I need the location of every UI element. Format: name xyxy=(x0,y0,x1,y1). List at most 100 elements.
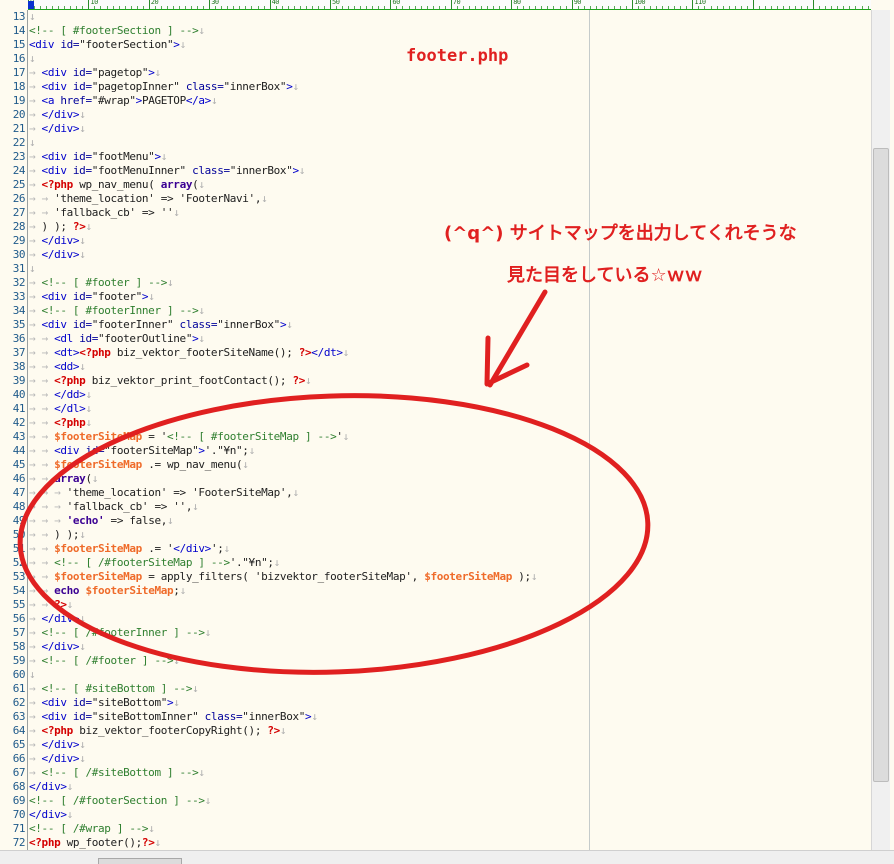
code-line[interactable]: ↓ xyxy=(29,262,36,276)
code-token: $footerSiteMap xyxy=(85,584,174,597)
code-line[interactable]: <!-- [ /#wrap ] -->↓ xyxy=(29,822,155,836)
code-line[interactable]: → → <div id="footerSiteMap">'."¥n";↓ xyxy=(29,444,255,458)
ruler-tick xyxy=(209,0,211,9)
ruler-tick xyxy=(764,6,766,9)
code-line[interactable]: → <!-- [ #siteBottom ] -->↓ xyxy=(29,682,199,696)
newline-marker-icon: ↓ xyxy=(79,234,86,247)
scrollbar-thumb[interactable] xyxy=(873,148,889,782)
code-line[interactable]: → <a href="#wrap">PAGETOP</a>↓ xyxy=(29,94,218,108)
code-line[interactable]: → <!-- [ #footerInner ] -->↓ xyxy=(29,304,205,318)
ruler-tick xyxy=(752,0,754,9)
code-token: <div xyxy=(41,696,67,709)
code-line[interactable]: → </div>↓ xyxy=(29,122,86,136)
code-line[interactable]: → </div>↓ xyxy=(29,248,86,262)
code-line[interactable]: → </div>↓ xyxy=(29,640,86,654)
ruler-tick xyxy=(511,0,513,9)
code-token: "innerBox" xyxy=(217,318,280,331)
code-line[interactable]: → → $footerSiteMap = apply_filters( 'biz… xyxy=(29,570,537,584)
code-line[interactable]: ↓ xyxy=(29,668,36,682)
code-line[interactable]: → <div id="siteBottom">↓ xyxy=(29,696,180,710)
newline-marker-icon: ↓ xyxy=(204,626,212,639)
code-line[interactable]: → → <dt><?php biz_vektor_footerSiteName(… xyxy=(29,346,349,360)
code-token: → xyxy=(29,108,42,121)
ruler-tick xyxy=(378,6,380,9)
code-line[interactable]: → </div>↓ xyxy=(29,612,86,626)
code-token: </div> xyxy=(41,108,80,121)
code-line[interactable]: → <div id="pagetopInner" class="innerBox… xyxy=(29,80,299,94)
newline-marker-icon: ↓ xyxy=(167,276,174,289)
code-line[interactable]: → → → 'theme_location' => 'FooterSiteMap… xyxy=(29,486,299,500)
code-line[interactable]: → → <dd>↓ xyxy=(29,360,86,374)
code-line[interactable]: → <!-- [ /#siteBottom ] -->↓ xyxy=(29,766,205,780)
code-line[interactable]: → </div>↓ xyxy=(29,752,86,766)
code-line[interactable]: → → $footerSiteMap .= wp_nav_menu(↓ xyxy=(29,458,249,472)
code-line[interactable]: → </div>↓ xyxy=(29,234,86,248)
code-line[interactable]: → <div id="footMenu">↓ xyxy=(29,150,167,164)
newline-marker-icon: ↓ xyxy=(192,682,199,695)
line-number: 16 xyxy=(12,52,26,65)
code-line[interactable]: → ) ); ?>↓ xyxy=(29,220,92,234)
line-number: 33 xyxy=(12,290,26,303)
newline-marker-icon: ↓ xyxy=(173,654,180,667)
code-line[interactable]: → <!-- [ #footer ] -->↓ xyxy=(29,276,174,290)
code-line[interactable]: → <div id="footer">↓ xyxy=(29,290,155,304)
code-token: id= xyxy=(66,150,92,163)
code-line[interactable]: ↓ xyxy=(29,10,36,24)
line-number: 59 xyxy=(12,654,26,667)
code-line[interactable]: → <div id="footerInner" class="innerBox"… xyxy=(29,318,293,332)
code-line[interactable]: → → <?php↓ xyxy=(29,416,92,430)
code-line[interactable]: <!-- [ /#footerSection ] -->↓ xyxy=(29,794,211,808)
code-line[interactable]: <!-- [ #footerSection ] -->↓ xyxy=(29,24,205,38)
code-line[interactable]: <div id="footerSection">↓ xyxy=(29,38,186,52)
code-line[interactable]: → → $footerSiteMap = '<!-- [ #footerSite… xyxy=(29,430,349,444)
code-line[interactable]: ↓ xyxy=(29,136,36,150)
code-area[interactable]: ↓ <!-- [ #footerSection ] -->↓ <div id="fo… xyxy=(29,10,871,850)
code-line[interactable]: → <!-- [ /#footer ] -->↓ xyxy=(29,654,180,668)
code-line[interactable]: → → echo $footerSiteMap;↓ xyxy=(29,584,186,598)
code-token: → xyxy=(29,122,42,135)
code-token: → → xyxy=(29,402,55,415)
code-line[interactable]: </div>↓ xyxy=(29,780,73,794)
code-token: → xyxy=(29,752,42,765)
code-line[interactable]: → </div>↓ xyxy=(29,108,86,122)
newline-marker-icon: ↓ xyxy=(66,780,74,793)
code-line[interactable]: → → <!-- [ /#footerSiteMap ] -->'."¥n";↓ xyxy=(29,556,280,570)
code-line[interactable]: → → → 'echo' => false,↓ xyxy=(29,514,174,528)
code-line[interactable]: → <?php biz_vektor_footerCopyRight(); ?>… xyxy=(29,724,287,738)
line-number: 31 xyxy=(12,262,26,275)
code-line[interactable]: → </div>↓ xyxy=(29,738,86,752)
code-token: 'echo' xyxy=(66,514,105,527)
code-line[interactable]: → → 'theme_location' => 'FooterNavi',↓ xyxy=(29,192,268,206)
code-line[interactable]: → <div id="siteBottomInner" class="inner… xyxy=(29,710,318,724)
code-line[interactable]: ↓ xyxy=(29,52,36,66)
code-line[interactable]: → → $footerSiteMap .= '</div>';↓ xyxy=(29,542,230,556)
code-line[interactable]: → → </dd>↓ xyxy=(29,388,92,402)
code-token: ); xyxy=(512,570,531,583)
ruler-tick xyxy=(632,0,633,9)
code-line[interactable]: <?php wp_footer();?>↓ xyxy=(29,836,161,850)
code-line[interactable]: → → array(↓ xyxy=(29,472,98,486)
ruler-tick xyxy=(311,6,313,9)
newline-marker-icon: ↓ xyxy=(342,346,350,359)
code-line[interactable]: → <div id="pagetop">↓ xyxy=(29,66,161,80)
ruler-tick xyxy=(420,6,422,9)
line-number: 15 xyxy=(12,38,26,51)
line-number: 65 xyxy=(12,738,26,751)
code-line[interactable]: → → <?php biz_vektor_print_footContact()… xyxy=(29,374,312,388)
code-line[interactable]: → → <dl id="footerOutline">↓ xyxy=(29,332,205,346)
code-line[interactable]: → <?php wp_nav_menu( array(↓ xyxy=(29,178,205,192)
code-line[interactable]: → → 'fallback_cb' => ''↓ xyxy=(29,206,180,220)
code-line[interactable]: → → → 'fallback_cb' => '',↓ xyxy=(29,500,199,514)
ruler-tick xyxy=(625,6,627,9)
code-line[interactable]: → → ?>↓ xyxy=(29,598,73,612)
code-line[interactable]: → <!-- [ /#footerInner ] -->↓ xyxy=(29,626,211,640)
horizontal-scrollbar-thumb[interactable] xyxy=(98,858,182,864)
code-token: "innerBox" xyxy=(242,710,306,723)
ruler-tick xyxy=(130,6,132,9)
code-line[interactable]: → → ) );↓ xyxy=(29,528,86,542)
code-line[interactable]: → → </dl>↓ xyxy=(29,402,92,416)
code-token: → xyxy=(29,94,42,107)
code-line[interactable]: → <div id="footMenuInner" class="innerBo… xyxy=(29,164,305,178)
code-line[interactable]: </div>↓ xyxy=(29,808,73,822)
code-token: <!-- [ /#wrap ] --> xyxy=(29,822,149,835)
